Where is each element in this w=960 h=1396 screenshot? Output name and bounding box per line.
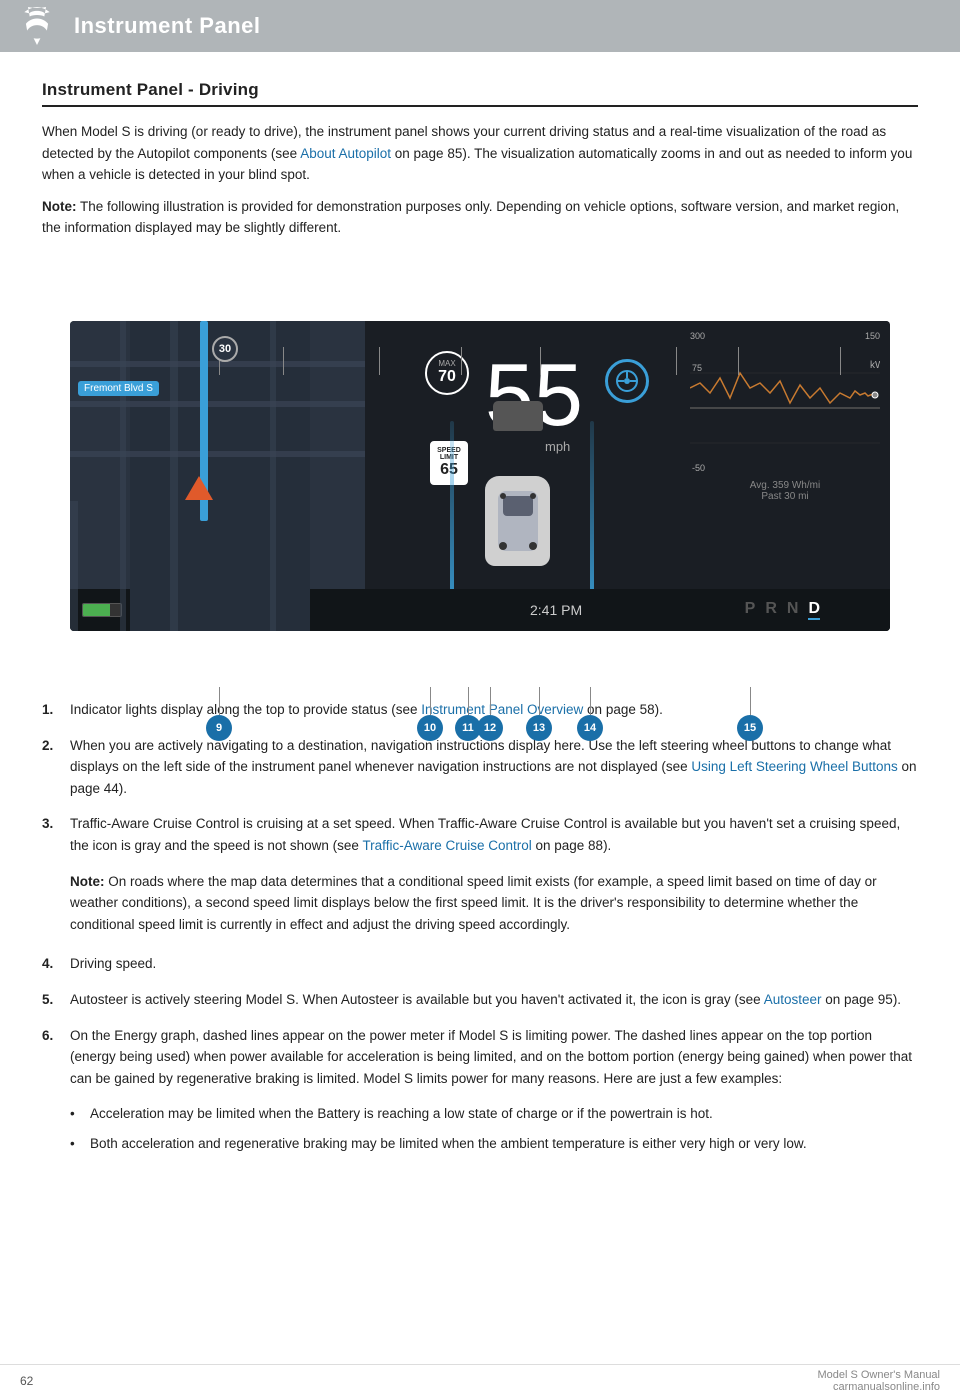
intro-paragraph: When Model S is driving (or ready to dri… <box>42 121 918 186</box>
callout-14: 14 <box>577 715 603 741</box>
avg-energy: Avg. 359 Wh/mi Past 30 mi <box>690 480 880 502</box>
callout-9: 9 <box>206 715 232 741</box>
list-item-2: 2. When you are actively navigating to a… <box>42 735 918 800</box>
main-content: Instrument Panel - Driving When Model S … <box>0 52 960 1206</box>
instrument-image-wrapper: 1 2 3 4 5 6 7 8 <box>42 257 918 669</box>
gear-R: R <box>765 600 777 620</box>
svg-text:kW: kW <box>870 360 880 371</box>
gear-P: P <box>745 600 756 620</box>
gear-D: D <box>808 600 820 620</box>
list-item-1: 1. Indicator lights display along the to… <box>42 699 918 721</box>
lane-line-left <box>450 421 454 601</box>
ego-car <box>485 476 550 566</box>
autosteer-icon <box>605 359 649 403</box>
energy-chart-svg: kW 75 -50 <box>690 343 880 473</box>
instrument-panel-overview-link[interactable]: Instrument Panel Overview <box>421 702 583 717</box>
speed-limit-badge: SPEED LIMIT 65 <box>430 441 468 485</box>
svg-text:75: 75 <box>692 363 702 373</box>
callout-12: 12 <box>477 715 503 741</box>
callout-10: 10 <box>417 715 443 741</box>
about-autopilot-link[interactable]: About Autopilot <box>300 146 391 161</box>
sub-item-6-2: • Both acceleration and regenerative bra… <box>70 1133 918 1155</box>
callout-13: 13 <box>526 715 552 741</box>
time-display: 2:41 PM <box>530 602 582 618</box>
list-item-4: 4. Driving speed. <box>42 953 918 975</box>
center-data-display: MAX 70 55 mph SPEED LIMIT 65 <box>365 321 680 631</box>
lane-line-right <box>590 421 594 601</box>
max-speed-badge: MAX 70 <box>425 351 469 395</box>
list-section: 1. Indicator lights display along the to… <box>42 699 918 1163</box>
list-item-6: 6. On the Energy graph, dashed lines app… <box>42 1025 918 1163</box>
header-title: Instrument Panel <box>74 13 260 39</box>
page-header: Instrument Panel <box>0 0 960 52</box>
energy-chart-area: 300 150 <box>680 321 890 631</box>
list-item-5: 5. Autosteer is actively steering Model … <box>42 989 918 1011</box>
tesla-logo-icon <box>18 7 56 45</box>
list-item-3: 3. Traffic-Aware Cruise Control is cruis… <box>42 813 918 939</box>
section-title: Instrument Panel - Driving <box>42 80 918 107</box>
sub-list-6: • Acceleration may be limited when the B… <box>70 1103 918 1162</box>
left-steering-link[interactable]: Using Left Steering Wheel Buttons <box>691 759 897 774</box>
street-label: Fremont Blvd S <box>78 381 159 396</box>
page-number: 62 <box>20 1374 33 1388</box>
mph-label: mph <box>545 439 570 454</box>
footer-brand: Model S Owner's Manual carmanualsonline.… <box>817 1369 940 1393</box>
autosteer-link[interactable]: Autosteer <box>764 992 822 1007</box>
gear-selector: P R N D <box>745 600 820 620</box>
leading-car <box>493 401 543 431</box>
svg-text:-50: -50 <box>692 463 705 473</box>
page-footer: 62 Model S Owner's Manual carmanualsonli… <box>0 1364 960 1396</box>
tacc-link[interactable]: Traffic-Aware Cruise Control <box>362 838 531 853</box>
energy-300: 300 <box>690 331 705 341</box>
instrument-panel: Fremont Blvd S 30 MAX 70 55 mph <box>70 321 890 631</box>
gear-N: N <box>787 600 799 620</box>
map-area: Fremont Blvd S 30 <box>70 321 365 631</box>
energy-150: 150 <box>865 331 880 341</box>
note-block: Note: The following illustration is prov… <box>42 196 918 239</box>
sub-item-6-1: • Acceleration may be limited when the B… <box>70 1103 918 1125</box>
callout-15: 15 <box>737 715 763 741</box>
